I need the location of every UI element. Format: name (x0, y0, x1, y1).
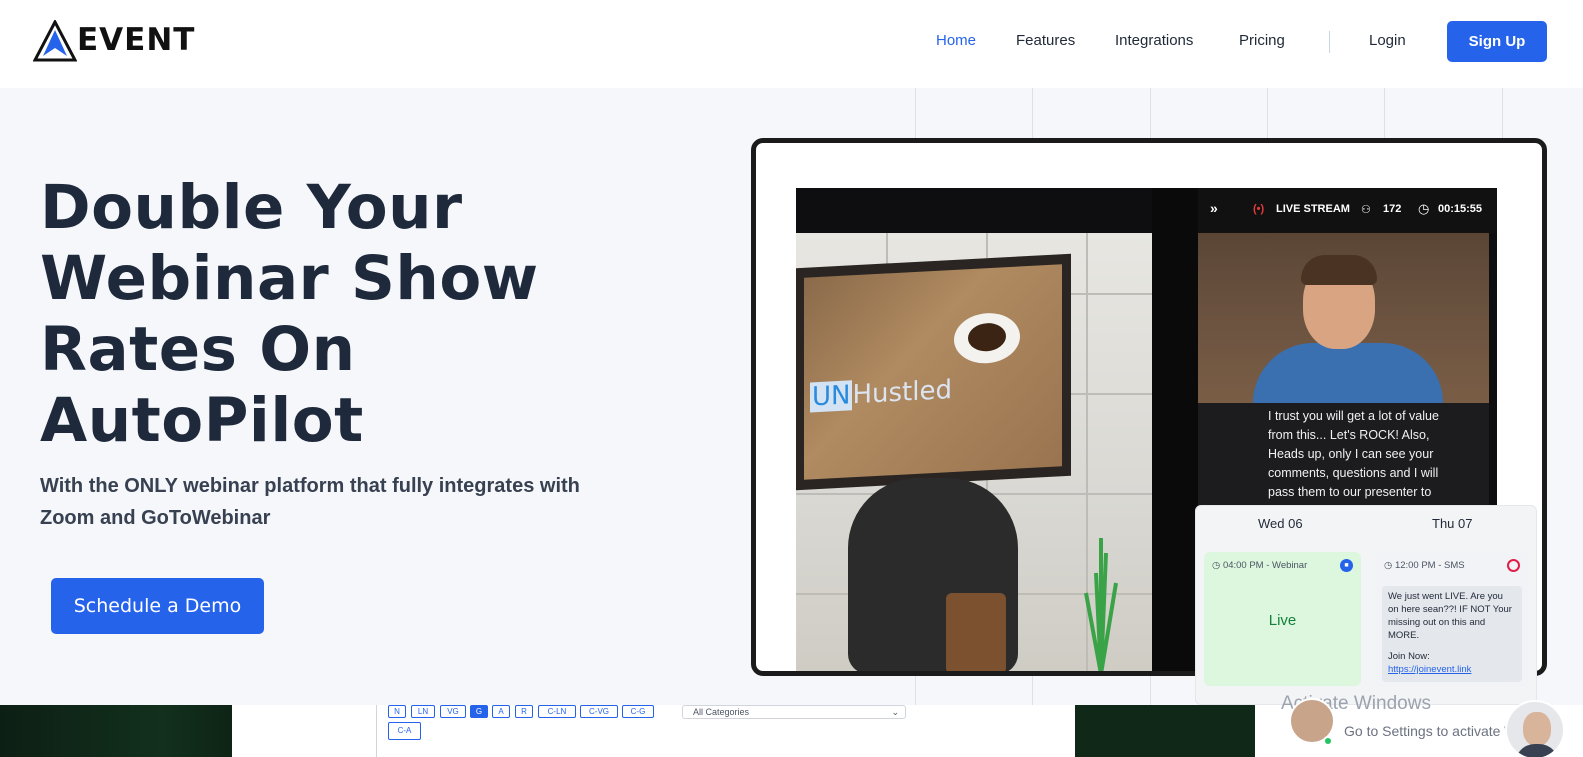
logo-triangle-icon (33, 20, 77, 62)
webinar-event-time: ◷ 04:00 PM - Webinar (1212, 560, 1308, 571)
stream-timer: 00:15:55 (1438, 203, 1483, 215)
hero-subheadline: With the ONLY webinar platform that full… (40, 470, 600, 534)
headline-line: Double Your (40, 172, 463, 243)
clock-icon: ◷ (1418, 201, 1430, 216)
chat-message: I trust you will get a lot of value from… (1268, 409, 1439, 499)
brand-logo[interactable]: EVENT (33, 20, 215, 62)
headline-line: Rates On (40, 314, 356, 385)
schedule-card: Wed 06 Thu 07 ◷ 04:00 PM - Webinar ■ Liv… (1195, 505, 1537, 705)
subline-line: Zoom and GoToWebinar (40, 507, 271, 529)
live-stream-label: LIVE STREAM (1276, 203, 1350, 215)
nav-divider (1329, 31, 1330, 53)
logo-text: EVENT (77, 22, 196, 58)
filter-chip[interactable]: C-LN (538, 705, 576, 718)
subline-line: With the ONLY webinar platform that full… (40, 475, 580, 497)
wall-screen: UNHustled (796, 253, 1071, 491)
filter-chip[interactable]: VG (440, 705, 466, 718)
bottom-preview-strip: N LN VG G A R C-LN C-VG C-G C-A All Cate… (0, 693, 1583, 757)
login-link[interactable]: Login (1369, 32, 1406, 49)
coffee-cup (954, 311, 1020, 365)
viewer-count: 172 (1383, 203, 1402, 215)
filter-chip[interactable]: C-A (388, 722, 421, 740)
nav-integrations[interactable]: Integrations (1115, 32, 1193, 49)
sms-event-time: ◷ 12:00 PM - SMS (1384, 560, 1465, 571)
sms-icon (1507, 559, 1520, 572)
room-scene-image: UNHustled (796, 233, 1152, 671)
filter-chip[interactable]: N (388, 705, 406, 718)
viewers-icon: ⚇ (1361, 204, 1371, 216)
plant (1084, 538, 1118, 671)
live-stream-icon: (•) (1253, 203, 1265, 215)
event-live-status: Live (1268, 612, 1297, 629)
sms-event-card[interactable]: ◷ 12:00 PM - SMS We just went LIVE. Are … (1376, 552, 1528, 686)
headline-line: AutoPilot (40, 385, 364, 456)
category-select[interactable]: All Categories ⌄ (682, 705, 906, 719)
schedule-day-wed: Wed 06 (1258, 516, 1303, 531)
hero-headline: Double Your Webinar Show Rates On AutoPi… (40, 172, 600, 456)
nav-features[interactable]: Features (1016, 32, 1075, 49)
filter-chip[interactable]: LN (411, 705, 435, 718)
nav-pricing[interactable]: Pricing (1239, 32, 1285, 49)
sms-message: We just went LIVE. Are you on here sean?… (1382, 586, 1522, 682)
headline-line: Webinar Show (40, 243, 539, 314)
chevron-down-icon: ⌄ (891, 707, 899, 717)
schedule-demo-button[interactable]: Schedule a Demo (51, 578, 264, 634)
presenter-video (1198, 233, 1489, 403)
room-brand-sign: UNHustled (810, 375, 952, 413)
double-chevron-icon[interactable]: » (1210, 200, 1218, 216)
chat-agent-avatar[interactable] (1505, 700, 1565, 757)
nav-home[interactable]: Home (936, 32, 976, 49)
webinar-event-card[interactable]: ◷ 04:00 PM - Webinar ■ Live (1204, 552, 1361, 686)
schedule-day-thu: Thu 07 (1432, 516, 1473, 531)
sms-join-link[interactable]: https://joinevent.link (1388, 663, 1516, 676)
filter-chip[interactable]: R (515, 705, 533, 718)
filter-chip[interactable]: C-VG (580, 705, 618, 718)
top-navbar: EVENT Home Features Integrations Pricing… (0, 0, 1583, 88)
online-status-dot (1323, 736, 1333, 746)
filter-chip[interactable]: C-G (622, 705, 654, 718)
video-camera-icon: ■ (1340, 559, 1353, 572)
signup-button[interactable]: Sign Up (1447, 21, 1547, 62)
stream-status-bar: » (•) LIVE STREAM ⚇ 172 ◷ 00:15:55 (1198, 188, 1497, 233)
filter-chip[interactable]: A (492, 705, 510, 718)
filter-chip-selected[interactable]: G (470, 705, 488, 718)
